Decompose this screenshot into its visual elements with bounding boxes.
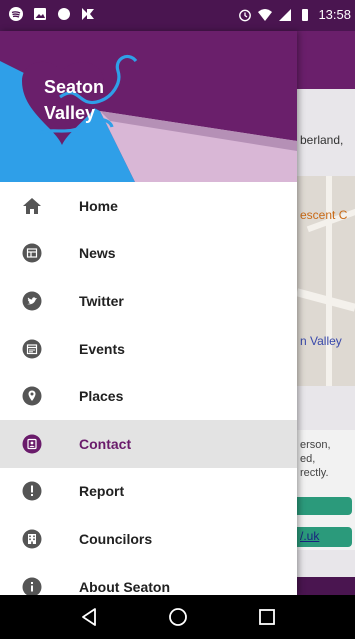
councilors-icon (22, 529, 42, 549)
nav-label: Report (79, 483, 125, 500)
nav-item-places[interactable]: Places (0, 372, 297, 420)
action-button[interactable] (296, 497, 352, 515)
signal-icon (279, 8, 292, 21)
background-address-text: berland, (300, 133, 344, 147)
clock: 13:58 (318, 7, 351, 22)
map-label: escent C (300, 208, 348, 222)
nav-item-news[interactable]: News (0, 230, 297, 278)
nav-item-events[interactable]: Events (0, 325, 297, 373)
places-icon (22, 386, 42, 406)
nav-item-report[interactable]: Report (0, 468, 297, 516)
map-label: n Valley (300, 334, 342, 348)
nav-label: Councilors (79, 530, 153, 547)
nav-label: Places (79, 388, 124, 405)
contact-icon (22, 434, 42, 454)
nav-list: Home News Twitter Events Places Contact … (0, 182, 297, 595)
battery-icon (302, 8, 309, 21)
logo-text-seaton: Seaton (44, 77, 105, 97)
alarm-icon (239, 9, 252, 21)
logo-text-valley: Valley (44, 103, 96, 123)
recents-icon[interactable] (256, 606, 278, 628)
news-icon (22, 243, 42, 263)
nav-label: Home (79, 197, 118, 214)
circle-icon (58, 8, 70, 20)
nav-item-home[interactable]: Home (0, 182, 297, 230)
image-icon (34, 8, 46, 20)
status-bar: 13:58 (0, 0, 355, 31)
drawer-header: Seaton Valley (0, 31, 297, 182)
nav-label: About Seaton (79, 578, 170, 595)
navigation-drawer: Seaton Valley Home News Twitter Events P… (0, 31, 297, 595)
back-icon[interactable] (78, 606, 100, 628)
system-navigation-bar (0, 595, 355, 639)
nav-label: Events (79, 340, 125, 357)
nav-label: News (79, 245, 116, 262)
nav-item-about[interactable]: About Seaton (0, 563, 297, 595)
nav-item-contact[interactable]: Contact (0, 419, 297, 468)
wifi-icon (258, 8, 273, 21)
bottom-bar (296, 577, 355, 595)
spotify-icon (9, 7, 23, 21)
nav-item-twitter[interactable]: Twitter (0, 277, 297, 325)
home-circle-icon[interactable] (167, 606, 189, 628)
report-icon (22, 481, 42, 501)
events-icon (22, 339, 42, 359)
info-text: erson, ed, rectly. (300, 439, 331, 479)
home-icon (22, 196, 42, 216)
twitter-icon (22, 291, 42, 311)
notification-icon (82, 8, 94, 20)
nav-label: Twitter (79, 292, 124, 309)
info-icon (22, 577, 42, 595)
nav-label: Contact (79, 435, 132, 452)
nav-item-councilors[interactable]: Councilors (0, 515, 297, 563)
website-link[interactable]: /.uk (300, 529, 319, 543)
